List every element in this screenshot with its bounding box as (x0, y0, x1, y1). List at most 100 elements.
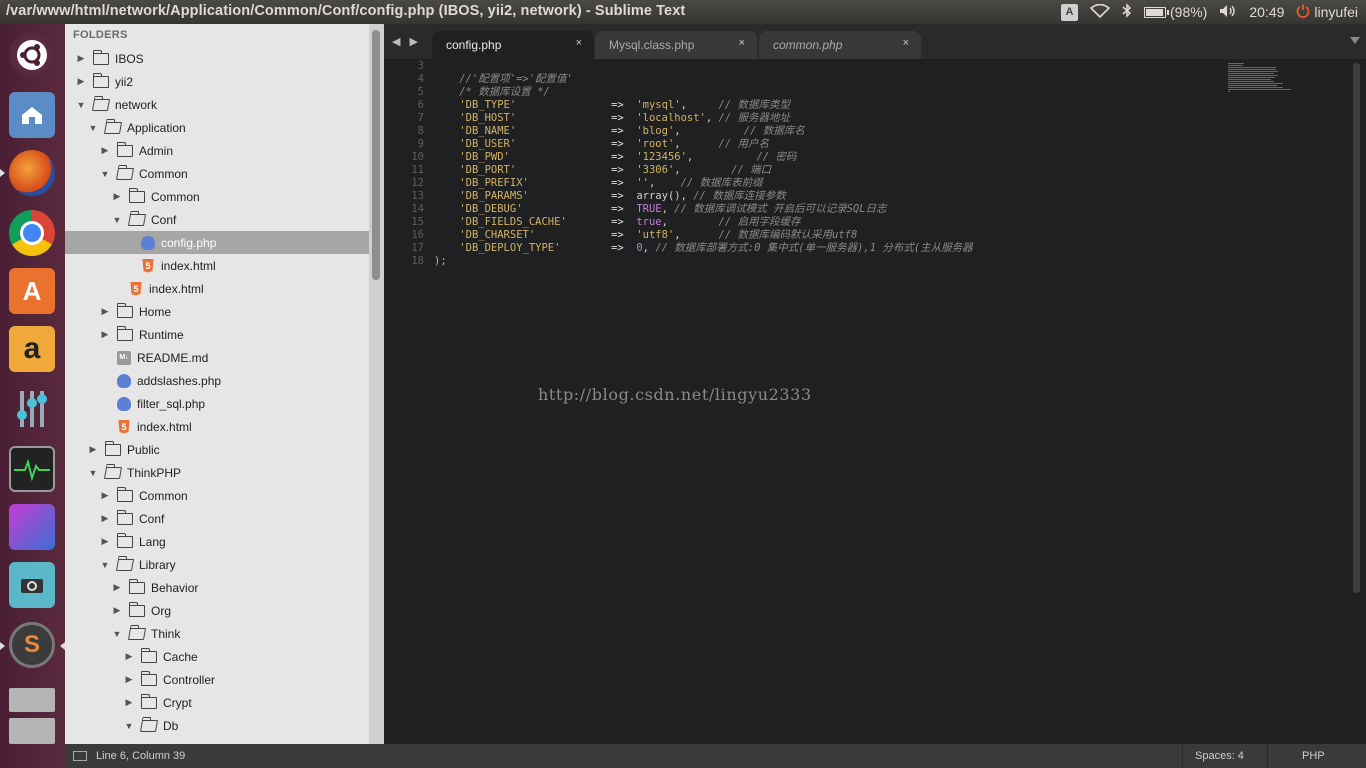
code-line[interactable]: 'DB_USER' => 'root', // 用户名 (434, 138, 769, 151)
wifi-icon[interactable] (1089, 3, 1111, 21)
user-menu[interactable]: linyufei (1296, 4, 1358, 21)
drive-icon[interactable] (9, 688, 55, 712)
tree-folder[interactable]: ▶ Controller (65, 668, 369, 691)
sublime-text-icon[interactable]: S (9, 622, 55, 668)
sidebar-scrollbar-thumb[interactable] (372, 30, 380, 280)
minimap[interactable] (1226, 59, 1318, 97)
disclosure-open-icon[interactable]: ▼ (123, 720, 135, 732)
tree-folder[interactable]: ▶ Runtime (65, 323, 369, 346)
code-line[interactable]: //'配置项'=>'配置值' (434, 73, 573, 86)
syntax-selector[interactable]: PHP (1302, 750, 1325, 762)
battery-indicator[interactable]: (98%) (1144, 4, 1207, 20)
tree-folder[interactable]: ▶ Home (65, 300, 369, 323)
tab-mysql-class-php[interactable]: Mysql.class.php × (595, 31, 757, 59)
tree-folder[interactable]: ▼ Common (65, 162, 369, 185)
tree-file[interactable]: 5 index.html (65, 277, 369, 300)
tree-folder[interactable]: ▶ Behavior (65, 576, 369, 599)
tree-file[interactable]: 5 index.html (65, 254, 369, 277)
code-line[interactable]: 'DB_NAME' => 'blog', // 数据库名 (434, 125, 805, 138)
tree-folder[interactable]: ▼ network (65, 93, 369, 116)
tab-config-php[interactable]: config.php × (432, 31, 594, 59)
editor-scrollbar-thumb[interactable] (1353, 63, 1360, 593)
clock[interactable]: 20:49 (1249, 4, 1284, 20)
software-center-icon[interactable]: A (9, 268, 55, 314)
tree-folder[interactable]: ▼ Library (65, 553, 369, 576)
disclosure-closed-icon[interactable]: ▶ (87, 444, 99, 456)
disclosure-closed-icon[interactable]: ▶ (111, 191, 123, 203)
disclosure-open-icon[interactable]: ▼ (99, 559, 111, 571)
close-icon[interactable]: × (903, 37, 909, 49)
code-line[interactable]: 'DB_PORT' => '3306', // 端口 (434, 164, 771, 177)
tree-file[interactable]: M↓ README.md (65, 346, 369, 369)
disclosure-closed-icon[interactable]: ▶ (75, 76, 87, 88)
tree-folder[interactable]: ▶ Cache (65, 645, 369, 668)
tree-file[interactable]: filter_sql.php (65, 392, 369, 415)
code-line[interactable]: 'DB_PARAMS' => array(), // 数据库连接参数 (434, 190, 785, 203)
disclosure-open-icon[interactable]: ▼ (87, 467, 99, 479)
files-icon[interactable] (9, 92, 55, 138)
code-line[interactable]: 'DB_HOST' => 'localhost', // 服务器地址 (434, 112, 790, 125)
code-line[interactable]: 'DB_PWD' => '123456', // 密码 (434, 151, 796, 164)
tree-file[interactable]: config.php (65, 231, 369, 254)
tree-folder[interactable]: ▶ Common (65, 185, 369, 208)
drive-icon[interactable] (9, 718, 55, 744)
system-monitor-icon[interactable] (9, 446, 55, 492)
tree-folder[interactable]: ▼ Conf (65, 208, 369, 231)
chrome-icon[interactable] (9, 210, 55, 256)
disclosure-closed-icon[interactable]: ▶ (123, 674, 135, 686)
close-icon[interactable]: × (739, 37, 745, 49)
disclosure-closed-icon[interactable]: ▶ (123, 697, 135, 709)
tree-folder[interactable]: ▼ Db (65, 714, 369, 737)
close-icon[interactable]: × (576, 37, 582, 49)
tree-folder[interactable]: ▶ Crypt (65, 691, 369, 714)
code-line[interactable]: ); (434, 255, 447, 268)
keyboard-layout-icon[interactable]: A (1061, 3, 1078, 21)
disclosure-closed-icon[interactable]: ▶ (99, 490, 111, 502)
disclosure-open-icon[interactable]: ▼ (111, 214, 123, 226)
mixer-icon[interactable] (9, 386, 55, 432)
indentation-setting[interactable]: Spaces: 4 (1195, 750, 1244, 762)
code-line[interactable]: /* 数据库设置 */ (434, 86, 549, 99)
volume-icon[interactable] (1219, 4, 1237, 21)
disclosure-open-icon[interactable]: ▼ (87, 122, 99, 134)
code-line[interactable]: 'DB_FIELDS_CACHE' => true, // 启用字段缓存 (434, 216, 800, 229)
tree-folder[interactable]: ▶ Public (65, 438, 369, 461)
code-line[interactable]: 'DB_PREFIX' => '', // 数据库表前缀 (434, 177, 762, 190)
code-line[interactable]: 'DB_CHARSET' => 'utf8', // 数据库编码默认采用utf8 (434, 229, 857, 242)
disclosure-closed-icon[interactable]: ▶ (75, 53, 87, 65)
tree-folder[interactable]: ▶ IBOS (65, 47, 369, 70)
tree-folder[interactable]: ▶ Conf (65, 507, 369, 530)
disclosure-open-icon[interactable]: ▼ (99, 168, 111, 180)
disclosure-closed-icon[interactable]: ▶ (99, 145, 111, 157)
firefox-icon[interactable] (9, 150, 55, 196)
disclosure-closed-icon[interactable]: ▶ (99, 513, 111, 525)
editor-scrollbar[interactable] (1350, 59, 1364, 744)
tree-folder[interactable]: ▼ ThinkPHP (65, 461, 369, 484)
tab-overflow-icon[interactable] (1350, 37, 1360, 44)
sidebar-scrollbar[interactable] (369, 24, 384, 744)
amazon-icon[interactable]: a (9, 326, 55, 372)
tab-common-php[interactable]: common.php × (759, 31, 921, 59)
tree-folder[interactable]: ▼ Application (65, 116, 369, 139)
disclosure-closed-icon[interactable]: ▶ (111, 605, 123, 617)
tab-next-icon[interactable]: ▶ (409, 35, 417, 48)
tree-folder[interactable]: ▶ Lang (65, 530, 369, 553)
tree-folder[interactable]: ▼ Think (65, 622, 369, 645)
disclosure-closed-icon[interactable]: ▶ (99, 329, 111, 341)
disclosure-closed-icon[interactable]: ▶ (123, 651, 135, 663)
tree-file[interactable]: addslashes.php (65, 369, 369, 392)
tree-folder[interactable]: ▶ Org (65, 599, 369, 622)
screenshot-icon[interactable] (9, 562, 55, 608)
ubuntu-dash-icon[interactable] (9, 32, 55, 78)
disclosure-open-icon[interactable]: ▼ (75, 99, 87, 111)
disclosure-closed-icon[interactable]: ▶ (111, 582, 123, 594)
tree-folder[interactable]: ▶ Common (65, 484, 369, 507)
code-line[interactable]: 'DB_DEBUG' => TRUE, // 数据库调试模式 开启后可以记录SQ… (434, 203, 886, 216)
tab-prev-icon[interactable]: ◀ (392, 35, 400, 48)
tree-file[interactable]: 5 index.html (65, 415, 369, 438)
disclosure-closed-icon[interactable]: ▶ (99, 306, 111, 318)
bluetooth-icon[interactable] (1122, 3, 1132, 21)
code-line[interactable]: 'DB_DEPLOY_TYPE' => 0, // 数据库部署方式:0 集中式(… (434, 242, 972, 255)
tree-folder[interactable]: ▶ yii2 (65, 70, 369, 93)
panel-toggle-icon[interactable] (73, 751, 87, 761)
